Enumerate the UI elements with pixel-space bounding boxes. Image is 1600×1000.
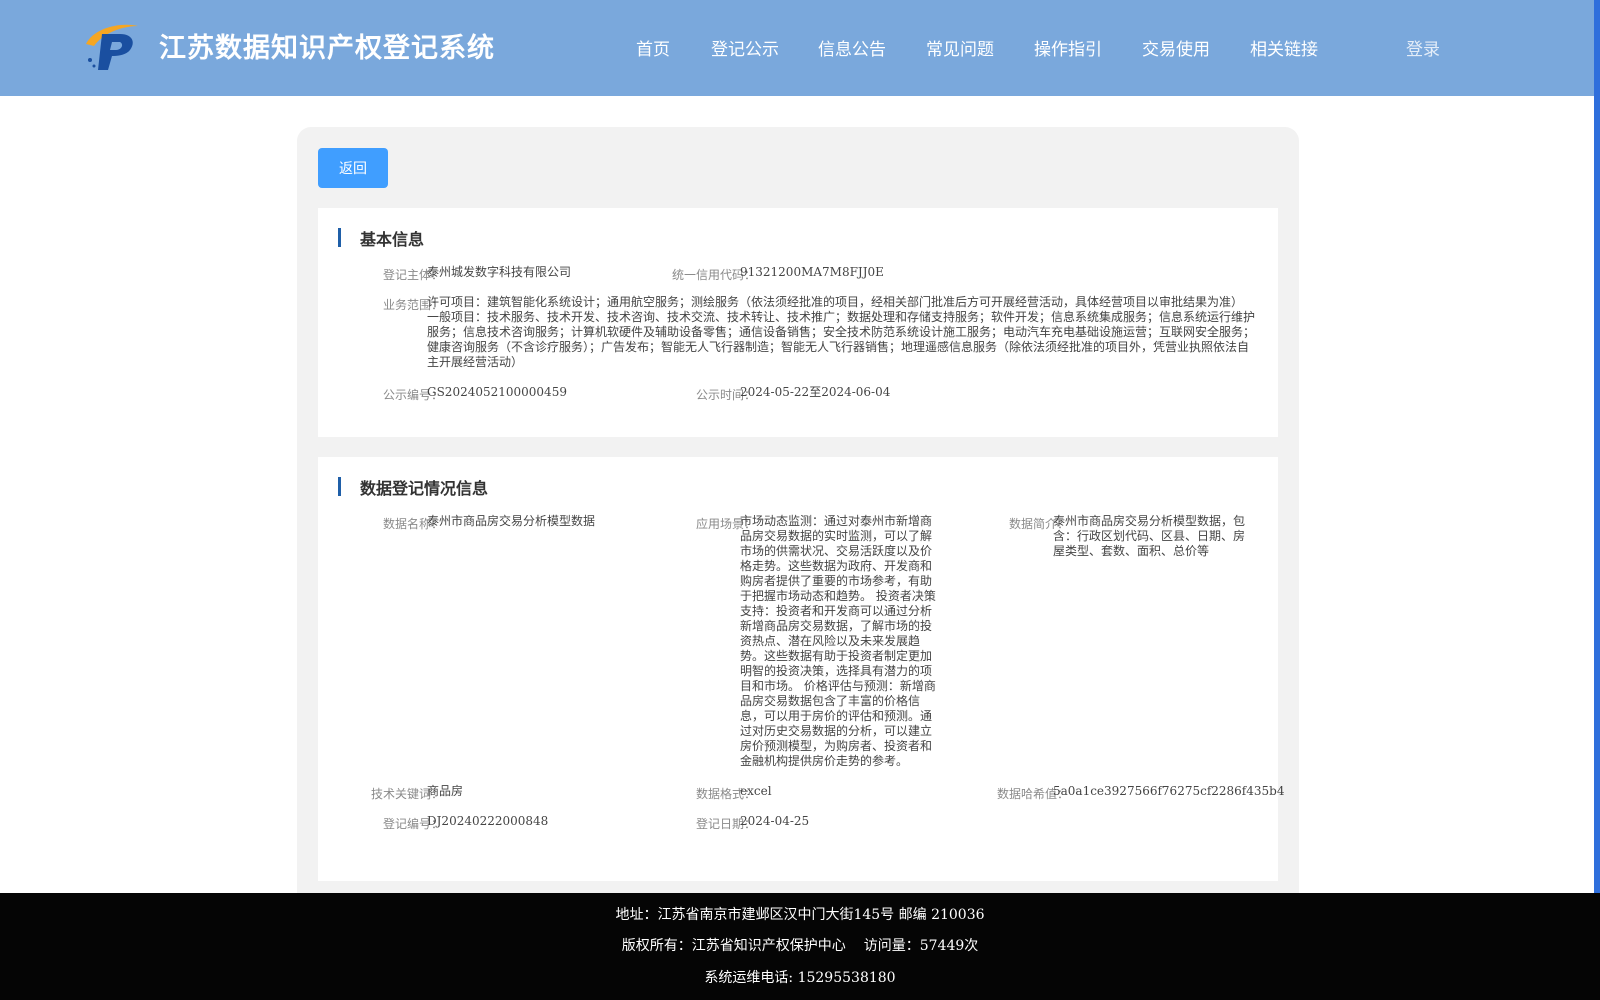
credit-code-value: 91321200MA7M8FJJ0E bbox=[740, 265, 884, 279]
footer-copyright-line: 版权所有：江苏省知识产权保护中心 访问量：57449次 bbox=[0, 935, 1600, 955]
footer-phone: 系统运维电话: 15295538180 bbox=[704, 970, 896, 986]
login-link[interactable]: 登录 bbox=[1406, 35, 1440, 60]
data-name-value: 泰州市商品房交易分析模型数据 bbox=[427, 514, 596, 528]
registration-date-value: 2024-04-25 bbox=[740, 814, 810, 828]
nav-operation-guide[interactable]: 操作指引 bbox=[1034, 35, 1102, 60]
site-header: 江苏数据知识产权登记系统 首页 登记公示 信息公告 常见问题 操作指引 交易使用… bbox=[0, 0, 1594, 96]
keyword-value: 商品房 bbox=[427, 784, 464, 798]
section-title-data: 数据登记情况信息 bbox=[360, 479, 489, 498]
page-edge-bar bbox=[1594, 0, 1600, 1000]
nav-faq[interactable]: 常见问题 bbox=[926, 35, 994, 60]
system-logo-icon[interactable] bbox=[80, 20, 142, 72]
hash-value: 5a0a1ce3927566f76275cf2286f435b4 bbox=[1053, 784, 1285, 798]
data-intro-value: 泰州市商品房交易分析模型数据，包含：行政区划代码、区县、日期、房屋类型、套数、面… bbox=[1053, 514, 1246, 558]
basic-info-card: 基本信息 登记主体： 泰州城发数字科技有限公司 统一信用代码： 91321200… bbox=[318, 208, 1278, 437]
site-footer: 地址：江苏省南京市建邺区汉中门大街145号 邮编 210036 版权所有：江苏省… bbox=[0, 893, 1600, 1000]
publication-time-value: 2024-05-22至2024-06-04 bbox=[740, 385, 891, 399]
registration-number-value: DJ20240222000848 bbox=[427, 814, 549, 828]
nav-trading-use[interactable]: 交易使用 bbox=[1142, 35, 1210, 60]
footer-copyright: 版权所有：江苏省知识产权保护中心 bbox=[621, 938, 846, 954]
nav-related-links[interactable]: 相关链接 bbox=[1250, 35, 1318, 60]
section-accent-bar bbox=[338, 228, 341, 247]
data-format-value: excel bbox=[740, 784, 772, 798]
nav-home[interactable]: 首页 bbox=[636, 35, 670, 60]
data-registration-card: 数据登记情况信息 数据名称： 泰州市商品房交易分析模型数据 应用场景： 市场动态… bbox=[318, 457, 1284, 881]
subject-value: 泰州城发数字科技有限公司 bbox=[427, 265, 572, 279]
site-title: 江苏数据知识产权登记系统 bbox=[159, 33, 495, 64]
footer-visit-count: 访问量：57449次 bbox=[863, 938, 979, 954]
scope-value: 许可项目：建筑智能化系统设计；通用航空服务；测绘服务（依法须经批准的项目，经相关… bbox=[427, 295, 1256, 369]
section-accent-bar bbox=[338, 477, 341, 496]
nav-announcements[interactable]: 信息公告 bbox=[818, 35, 886, 60]
back-button[interactable]: 返回 bbox=[318, 148, 388, 188]
nav-registration-publicity[interactable]: 登记公示 bbox=[711, 35, 779, 60]
publication-number-value: GS2024052100000459 bbox=[427, 385, 567, 399]
scenario-value: 市场动态监测：通过对泰州市新增商品房交易数据的实时监测，可以了解市场的供需状况、… bbox=[740, 514, 936, 768]
section-title-basic: 基本信息 bbox=[360, 230, 425, 249]
footer-address: 地址：江苏省南京市建邺区汉中门大街145号 邮编 210036 bbox=[615, 907, 985, 923]
